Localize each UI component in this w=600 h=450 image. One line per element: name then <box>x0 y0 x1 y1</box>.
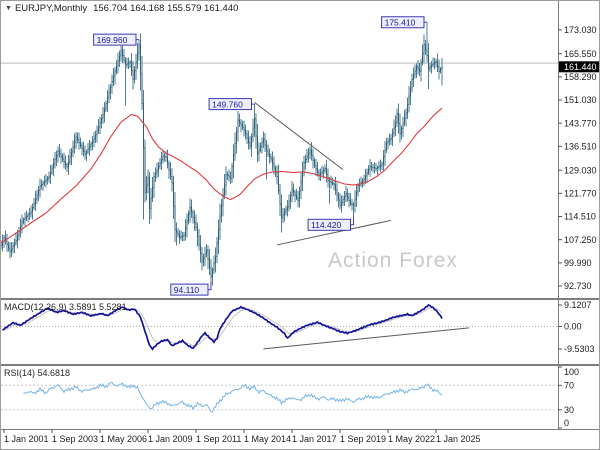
rsi-panel[interactable] <box>1 381 558 413</box>
price-tick-label: 158.290 <box>564 72 597 82</box>
price-tick-label: 173.030 <box>564 25 597 35</box>
time-tick-label: 1 May 2022 <box>388 434 435 444</box>
current-price-label: 161.440 <box>564 62 597 72</box>
annotation-label: 175.410 <box>385 17 416 27</box>
price-annotation[interactable]: 175.410 <box>381 16 427 29</box>
time-tick-label: 1 Jan 2001 <box>4 434 49 444</box>
chart-window: ▼ EURJPY,Monthly 156.704 164.168 155.579 1… <box>0 0 600 450</box>
rsi-indicator-label: RSI(14) 54.6818 <box>4 368 71 378</box>
price-tick-label: 129.030 <box>564 165 597 175</box>
price-panel[interactable]: 169.960 175.410 149.760 114.420 94.110 <box>1 16 558 296</box>
annotation-label: 114.420 <box>311 220 341 230</box>
price-tick-label: 136.510 <box>564 142 597 152</box>
price-annotation[interactable]: 169.960 <box>93 33 139 46</box>
time-tick-label: 1 Jan 2009 <box>148 434 193 444</box>
time-tick-label: 1 May 2014 <box>244 434 291 444</box>
time-tick-label: 1 Jan 2017 <box>292 434 337 444</box>
time-tick-label: 1 May 2006 <box>100 434 147 444</box>
price-annotation[interactable]: 149.760 <box>208 98 255 111</box>
macd-tick-label: 9.1207 <box>564 300 592 310</box>
time-tick-label: 1 Jan 2025 <box>436 434 481 444</box>
price-tick-label: 165.550 <box>564 49 597 59</box>
macd-tick-label: 0.00 <box>564 322 582 332</box>
moving-average-line <box>1 107 443 244</box>
panel-separator-1[interactable] <box>1 298 600 300</box>
price-annotation[interactable]: 114.420 <box>307 216 354 231</box>
symbol-period-label: EURJPY,Monthly <box>14 3 88 14</box>
annotation-label: 169.960 <box>97 35 128 45</box>
price-annotation[interactable]: 94.110 <box>170 281 212 296</box>
rsi-line <box>23 381 443 413</box>
price-tick-label: 114.510 <box>564 212 596 222</box>
collapse-chart-icon[interactable]: ▼ <box>5 5 12 12</box>
panel-separator-2[interactable] <box>1 364 600 366</box>
rsi-tick-label: 100 <box>564 367 579 377</box>
ohlc-values: 156.704 164.168 155.579 161.440 <box>93 3 239 14</box>
trendline-1[interactable] <box>254 101 344 171</box>
rsi-tick-label: 0 <box>564 418 569 428</box>
rsi-tick-label: 30 <box>564 405 574 415</box>
chart-title: ▼ EURJPY,Monthly 156.704 164.168 155.579 1… <box>5 3 238 14</box>
chart-canvas[interactable]: 169.960 175.410 149.760 114.420 94.110 173.03… <box>1 1 600 450</box>
time-tick-label: 1 Sep 2011 <box>196 434 241 444</box>
time-tick-label: 1 Sep 2003 <box>52 434 98 444</box>
price-tick-label: 92.730 <box>564 281 592 291</box>
price-tick-label: 99.990 <box>564 258 592 268</box>
macd-indicator-label: MACD(12,26,9) 3.5891 5.5281 <box>4 302 127 312</box>
time-tick-label: 1 Sep 2019 <box>340 434 386 444</box>
annotation-label: 94.110 <box>174 285 200 295</box>
price-bars-bodies <box>2 44 443 277</box>
price-tick-label: 107.250 <box>564 235 597 245</box>
price-tick-label: 143.770 <box>564 118 597 128</box>
price-tick-label: 151.030 <box>564 95 597 105</box>
price-tick-label: 121.770 <box>564 189 597 199</box>
rsi-tick-label: 70 <box>564 381 574 391</box>
annotation-label: 149.760 <box>212 99 243 109</box>
macd-tick-label: -9.5303 <box>564 344 595 354</box>
price-bars-outline <box>1 22 443 286</box>
